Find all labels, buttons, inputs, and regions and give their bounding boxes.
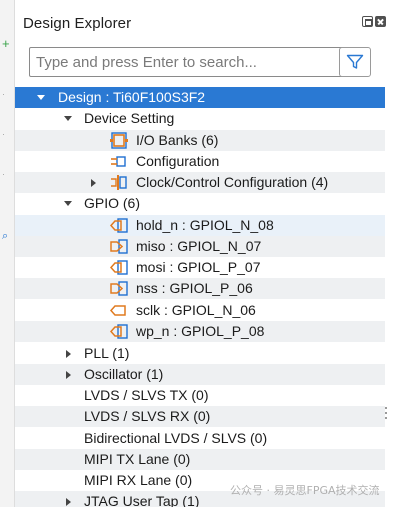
- expand-arrow-icon[interactable]: [62, 364, 74, 385]
- tree-node-label: JTAG User Tap (1): [84, 493, 200, 507]
- toolbar-dot-icon[interactable]: ·: [2, 90, 10, 99]
- tree-node-gpio-pin[interactable]: nss : GPIOL_P_06: [15, 278, 385, 299]
- tree-node-label: Clock/Control Configuration (4): [136, 174, 329, 190]
- tree-node-label: hold_n : GPIOL_N_08: [136, 217, 274, 233]
- tree-node-io-banks[interactable]: I/O Banks (6): [15, 130, 385, 151]
- add-icon[interactable]: +: [2, 37, 10, 50]
- panel-title: Design Explorer: [23, 15, 132, 32]
- search-input[interactable]: [29, 47, 356, 77]
- tree-node-label: Design : Ti60F100S3F2: [58, 89, 206, 105]
- clock-control-icon: [111, 175, 127, 190]
- left-toolbar-strip: + · · · ⌕: [0, 0, 15, 507]
- tree-node-label: GPIO (6): [84, 195, 141, 211]
- design-tree: Design : Ti60F100S3F2 Device Setting I/O…: [15, 87, 385, 507]
- tree-node-label: Device Setting: [84, 110, 175, 126]
- scroll-grip-handle[interactable]: [385, 407, 387, 423]
- tree-node-design-root[interactable]: Design : Ti60F100S3F2: [15, 87, 385, 108]
- expand-arrow-icon[interactable]: [62, 343, 74, 364]
- tree-node-label: Oscillator (1): [84, 366, 164, 382]
- bidir-io-icon: [109, 260, 128, 275]
- collapse-arrow-icon[interactable]: [62, 108, 74, 129]
- tree-node-label: PLL (1): [84, 345, 130, 361]
- bidir-io-icon: [109, 218, 128, 233]
- tree-node-clock-control[interactable]: Clock/Control Configuration (4): [15, 172, 385, 193]
- bidir-io-icon: [109, 324, 128, 339]
- tree-node-gpio-pin[interactable]: hold_n : GPIOL_N_08: [15, 215, 385, 236]
- tree-node-lvds-tx[interactable]: LVDS / SLVS TX (0): [15, 385, 385, 406]
- tree-node-gpio[interactable]: GPIO (6): [15, 193, 385, 214]
- tree-node-label: nss : GPIOL_P_06: [136, 280, 253, 296]
- tree-node-label: Bidirectional LVDS / SLVS (0): [84, 430, 268, 446]
- expand-arrow-icon[interactable]: [62, 491, 74, 507]
- input-io-icon: [110, 239, 128, 254]
- design-explorer-panel: Design Explorer Design : Ti60F100S3F2: [15, 0, 406, 507]
- configuration-icon: [111, 156, 126, 167]
- output-io-icon: [109, 305, 126, 316]
- tree-node-label: LVDS / SLVS TX (0): [84, 387, 209, 403]
- design-explorer-window: + · · · ⌕ Design Explorer Desig: [0, 0, 406, 507]
- collapse-arrow-icon[interactable]: [62, 193, 74, 214]
- tree-node-gpio-pin[interactable]: mosi : GPIOL_P_07: [15, 257, 385, 278]
- tree-node-label: sclk : GPIOL_N_06: [136, 302, 256, 318]
- io-banks-icon: [110, 132, 128, 149]
- tree-node-label: wp_n : GPIOL_P_08: [136, 323, 265, 339]
- panel-title-bar: Design Explorer: [15, 0, 406, 42]
- tree-node-label: MIPI RX Lane (0): [84, 472, 193, 488]
- tree-node-label: MIPI TX Lane (0): [84, 451, 191, 467]
- filter-icon: [346, 54, 364, 69]
- tree-node-device-setting[interactable]: Device Setting: [15, 108, 385, 129]
- tree-node-configuration[interactable]: Configuration: [15, 151, 385, 172]
- filter-button[interactable]: [339, 47, 371, 77]
- tree-node-label: mosi : GPIOL_P_07: [136, 259, 261, 275]
- toolbar-dot-icon[interactable]: ·: [2, 130, 10, 139]
- tree-node-gpio-pin[interactable]: miso : GPIOL_N_07: [15, 236, 385, 257]
- tree-node-label: Configuration: [136, 153, 220, 169]
- tree-node-oscillator[interactable]: Oscillator (1): [15, 364, 385, 385]
- toolbar-dot-icon[interactable]: ·: [2, 170, 10, 179]
- tree-node-label: miso : GPIOL_N_07: [136, 238, 262, 254]
- tree-node-label: LVDS / SLVS RX (0): [84, 408, 211, 424]
- search-tool-icon[interactable]: ⌕: [2, 231, 10, 242]
- watermark-text: 公众号 · 易灵思FPGA技术交流: [230, 484, 380, 497]
- input-io-icon: [110, 281, 128, 296]
- tree-node-mipi-tx[interactable]: MIPI TX Lane (0): [15, 449, 385, 470]
- tree-node-label: I/O Banks (6): [136, 132, 219, 148]
- collapse-arrow-icon[interactable]: [35, 87, 47, 108]
- search-row: [15, 47, 406, 79]
- tree-node-lvds-rx[interactable]: LVDS / SLVS RX (0): [15, 406, 385, 427]
- tree-node-bidir-lvds[interactable]: Bidirectional LVDS / SLVS (0): [15, 428, 385, 449]
- tree-node-pll[interactable]: PLL (1): [15, 343, 385, 364]
- restore-icon[interactable]: [362, 16, 373, 27]
- tree-node-gpio-pin[interactable]: sclk : GPIOL_N_06: [15, 300, 385, 321]
- close-icon[interactable]: [375, 16, 386, 27]
- tree-node-gpio-pin[interactable]: wp_n : GPIOL_P_08: [15, 321, 385, 342]
- expand-arrow-icon[interactable]: [87, 172, 99, 193]
- window-buttons: [362, 16, 386, 27]
